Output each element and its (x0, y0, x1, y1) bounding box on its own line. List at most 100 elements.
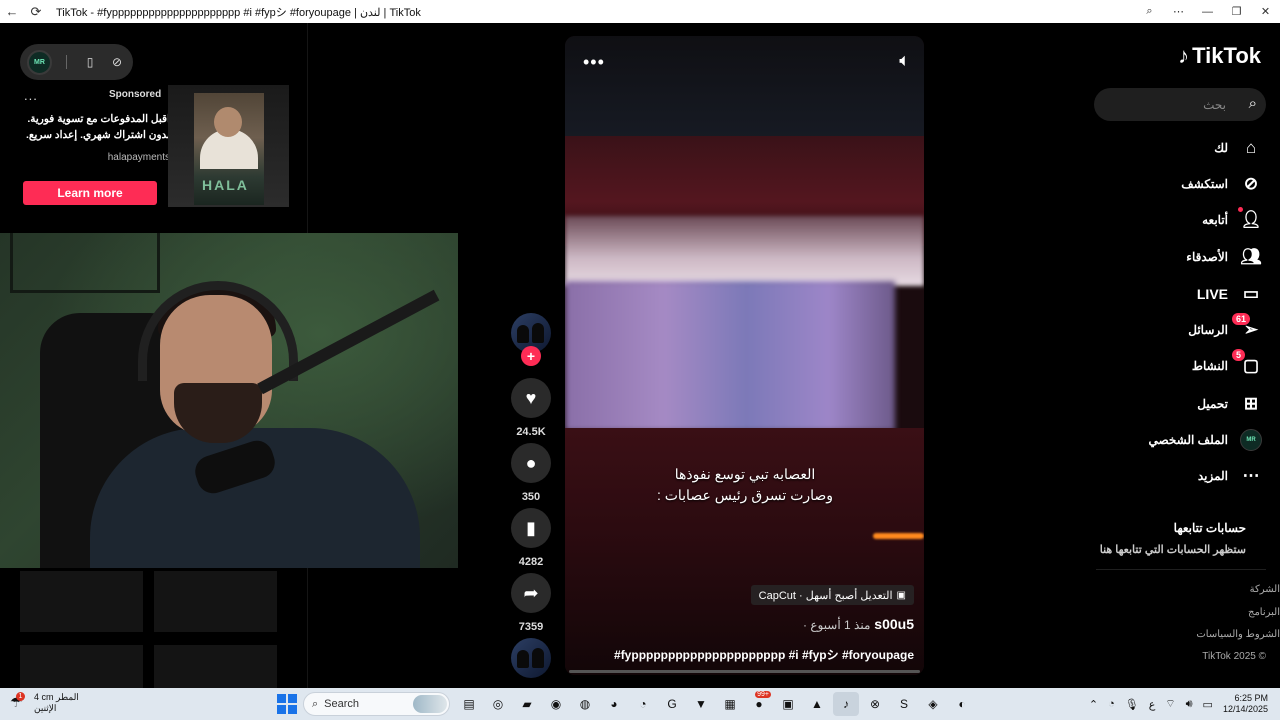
sidebar-item-friends[interactable]: 👥︎ الأصدقاء (1186, 241, 1262, 273)
obs-icon[interactable]: ◔ (630, 692, 656, 716)
video-author: · منذ 1 أسبوع s00u5 (803, 616, 914, 632)
brave-icon[interactable]: ▼ (688, 692, 714, 716)
battery-icon[interactable]: ▭ (1203, 698, 1213, 711)
sidebar-item-live[interactable]: ▭ LIVE (1197, 278, 1262, 310)
footer-link-terms[interactable]: الشروط والسياسات (1196, 629, 1280, 640)
weather-badge: 1 (16, 692, 25, 701)
share-action: ➦ 7359 (506, 573, 556, 633)
sidebar-item-for-you[interactable]: ⌂ لك (1214, 132, 1262, 164)
discord-icon[interactable]: ◍ (572, 692, 598, 716)
share-count: 7359 (518, 621, 544, 633)
sidebar-item-more[interactable]: ⋯ المزيد (1198, 460, 1262, 492)
windows-taskbar: ☂ 1 4 cm المطر الإثنين ⌕ Search ▤ ◎ ▰ ◉ ◍… (0, 688, 1280, 720)
tray-app-icon[interactable]: ◔ (1108, 698, 1115, 710)
minimize-icon[interactable]: — (1193, 0, 1222, 23)
volume-icon[interactable]: 🔈︎ (899, 50, 910, 71)
rain-icon: ☂ 1 (10, 692, 28, 712)
sidebar-item-label: الملف الشخصي (1148, 433, 1228, 447)
video-progress[interactable] (569, 670, 920, 673)
volume-icon[interactable]: 🔊︎ (1186, 698, 1193, 711)
language-indicator[interactable]: ع (1149, 698, 1156, 711)
ad-logo: HALA (202, 177, 249, 193)
back-icon[interactable]: ← (0, 0, 24, 23)
music-disc (506, 638, 556, 678)
video-hashtags[interactable]: #fyppppppppppppppppppppp #i #fypシ #foryo… (614, 646, 914, 663)
window-controls: ⌕ ⋯ — ❐ ✕ (1135, 0, 1280, 23)
video-caption: العصابه تبي توسع نفوذها وصارت تسرق رئيس … (605, 464, 885, 506)
brand-name: TikTok (1192, 43, 1261, 68)
author-name[interactable]: s00u5 (874, 616, 914, 632)
tiktok-logo[interactable]: ♪ TikTok (1178, 43, 1261, 69)
share-icon[interactable]: ➦ (511, 573, 551, 613)
network-icon[interactable]: ⌔ (1165, 697, 1175, 711)
app-s-icon[interactable]: S (891, 692, 917, 716)
following-subtext: ستظهر الحسابات التي تتابعها هنا (1099, 544, 1246, 556)
search-highlight-art (413, 695, 447, 713)
zoom-icon[interactable]: ⌕ (1135, 0, 1164, 23)
learn-more-button[interactable]: Learn more (23, 181, 157, 205)
sidebar-item-upload[interactable]: ⊞ تحميل (1197, 388, 1262, 420)
steam-icon[interactable]: ◐ (949, 692, 975, 716)
video-more-button[interactable]: ••• (583, 52, 605, 73)
chat-app-icon[interactable]: ● 99+ (746, 691, 772, 716)
sidebar-item-messages[interactable]: ➢ 61 الرسائل (1188, 313, 1262, 346)
webcam-overlay (0, 233, 458, 568)
taskbar-apps: ▤ ◎ ▰ ◉ ◍ ◕ ◔ G ▼ ▦ ● 99+ ▣ ▲ ♪ ⊗ S ◈ ◐ (456, 691, 975, 716)
edge-icon[interactable]: ◉ (543, 692, 569, 716)
weather-widget[interactable]: ☂ 1 4 cm المطر الإثنين (10, 692, 79, 714)
weather-line: 4 cm المطر (34, 692, 79, 702)
ad-image: HALA (194, 93, 264, 205)
sidebar-item-activity[interactable]: ▢ 5 النشاط (1192, 349, 1262, 382)
excel-icon[interactable]: ▦ (717, 692, 743, 716)
search-input[interactable] (1104, 97, 1226, 112)
avatar[interactable]: MR (27, 49, 52, 75)
stream-deck-icon[interactable]: ▣ (775, 692, 801, 716)
close-icon[interactable]: ✕ (1251, 0, 1280, 23)
like-action: ♥ 24.5K (506, 378, 556, 438)
ad-thumbnail[interactable]: HALA (168, 85, 289, 207)
chevron-up-icon[interactable]: ⌃ (1089, 698, 1098, 711)
nvidia-icon[interactable]: ◈ (920, 692, 946, 716)
tile (154, 571, 277, 632)
taskbar-search[interactable]: ⌕ Search (303, 692, 450, 716)
sidebar-item-following[interactable]: 👤︎ أتابعه (1202, 204, 1262, 236)
mic-icon[interactable]: 🎙︎ (1125, 698, 1139, 711)
file-explorer-icon[interactable]: ▰ (514, 692, 540, 716)
heart-icon[interactable]: ♥ (511, 378, 551, 418)
ad-more-button[interactable]: ... (24, 88, 38, 103)
follow-plus-button[interactable]: + (521, 346, 541, 366)
search-icon[interactable]: ⌕ (1249, 95, 1257, 112)
footer-link-program[interactable]: البرنامج (1248, 607, 1280, 618)
maximize-icon[interactable]: ❐ (1222, 0, 1251, 23)
compass-icon: ⊘ (1243, 174, 1259, 193)
refresh-icon[interactable]: ⟳ (24, 0, 48, 23)
comment-icon[interactable]: ● (511, 443, 551, 483)
capcut-tag[interactable]: CapCut · التعديل أصبح أسهل ▣ (750, 585, 914, 605)
clock[interactable]: 6:25 PM 12/14/2025 (1223, 693, 1268, 715)
search-bar[interactable]: ⌕ (1094, 88, 1266, 121)
compass-icon[interactable]: ⊘ (106, 51, 128, 73)
ad-brand[interactable]: halapayments (24, 152, 170, 163)
app-badge: 99+ (755, 691, 771, 698)
windows-start-icon[interactable] (277, 694, 297, 714)
bookmark-icon[interactable]: ▮ (511, 508, 551, 548)
app-g-icon[interactable]: G (659, 692, 685, 716)
sidebar-item-profile[interactable]: MR الملف الشخصي (1148, 424, 1262, 456)
capcut-app-icon[interactable]: ⊗ (862, 692, 888, 716)
tile (20, 571, 143, 632)
sidebar-item-label: الرسائل (1188, 323, 1228, 337)
phone-icon[interactable]: ▯ (79, 51, 101, 73)
more-icon[interactable]: ⋯ (1164, 0, 1193, 23)
sidebar-item-explore[interactable]: ⊘ استكشف (1181, 168, 1262, 200)
affinity-icon[interactable]: ▲ (804, 692, 830, 716)
music-disc-icon[interactable] (511, 638, 551, 678)
video-player[interactable]: ••• 🔈︎ العصابه تبي توسع نفوذها وصارت تسر… (565, 36, 924, 675)
browser-title-bar: ← ⟳ TikTok - #fyppppppppppppppppppppp #i… (0, 0, 1280, 23)
task-view-icon[interactable]: ▤ (456, 692, 482, 716)
footer-link-company[interactable]: الشركة (1250, 584, 1280, 595)
copilot-icon[interactable]: ◎ (485, 692, 511, 716)
sidebar-item-label: المزيد (1197, 469, 1228, 483)
chrome-icon[interactable]: ◕ (601, 692, 627, 716)
tiktok-app-icon[interactable]: ♪ (833, 692, 859, 716)
clock-date: 12/14/2025 (1222, 704, 1268, 714)
